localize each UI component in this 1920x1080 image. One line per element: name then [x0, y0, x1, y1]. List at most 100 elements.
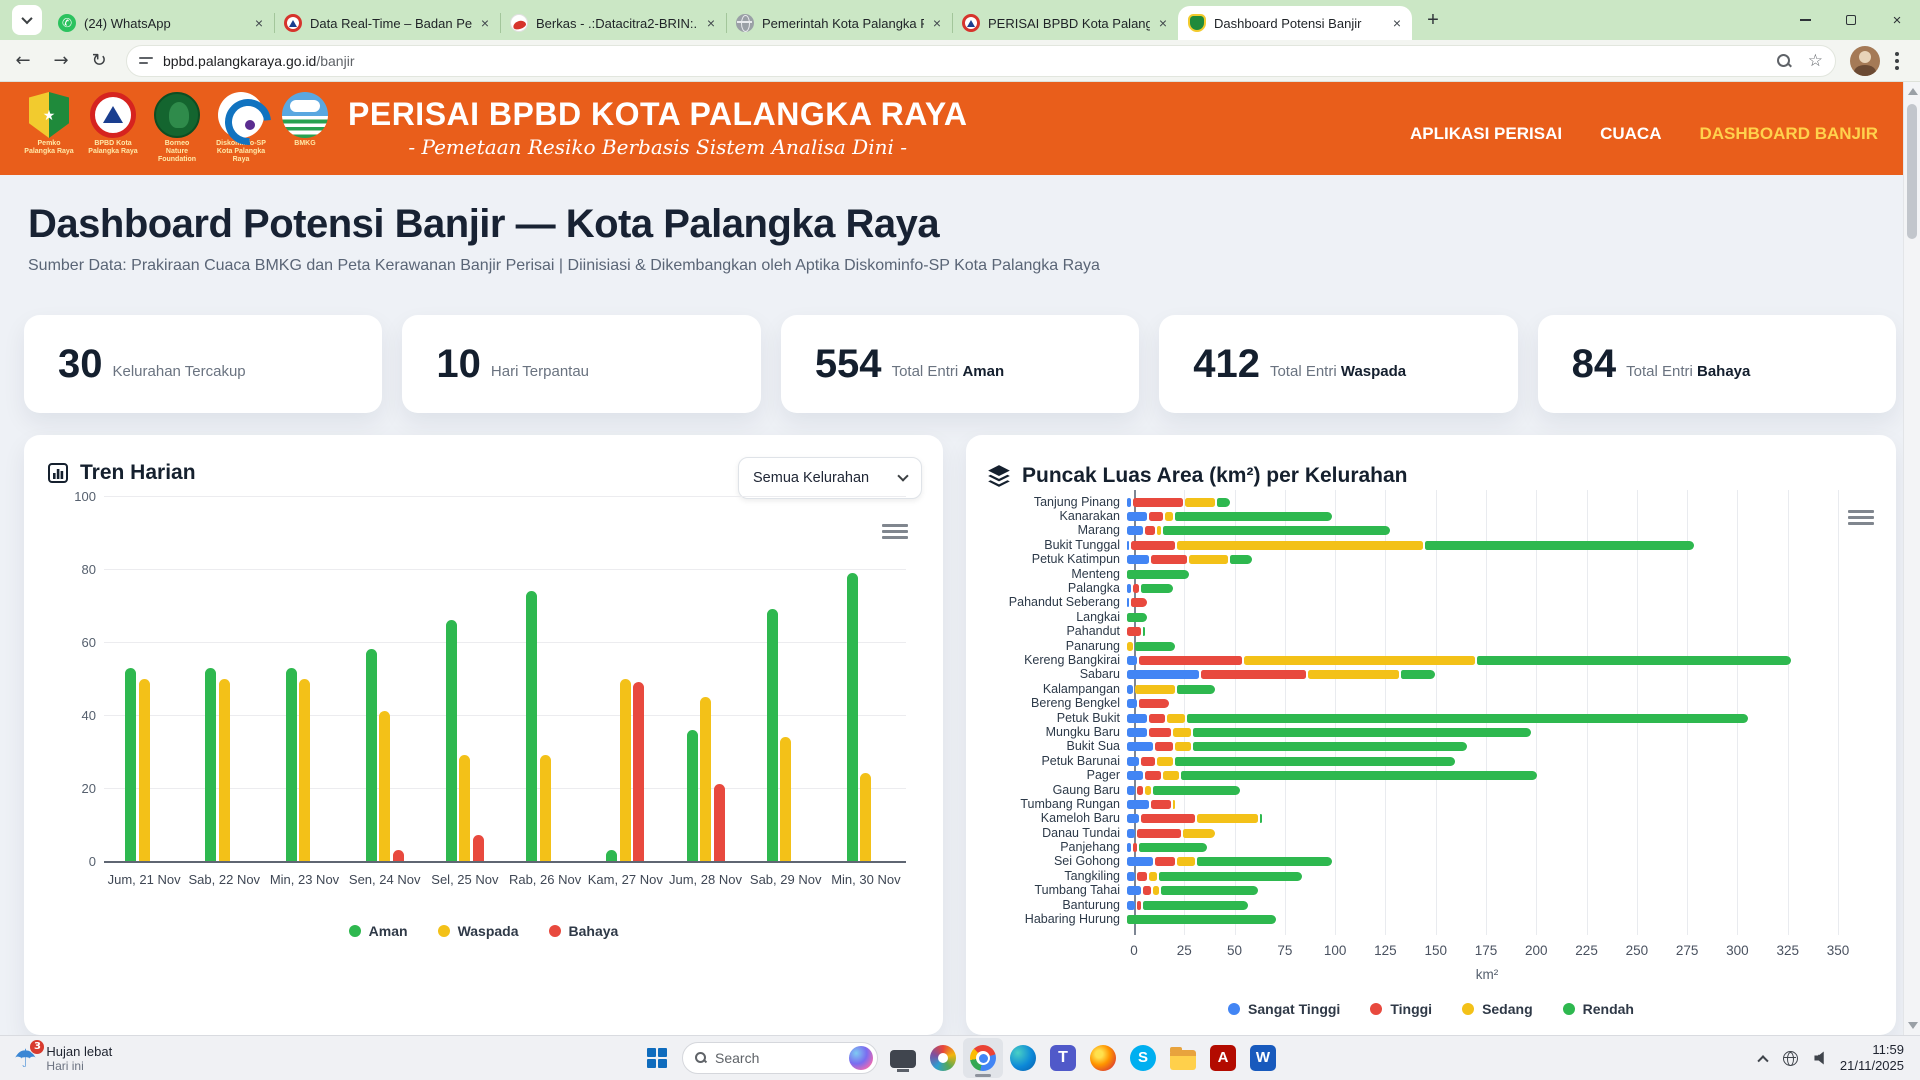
chrome-icon[interactable]: [963, 1038, 1003, 1078]
tab-close-icon[interactable]: ×: [928, 14, 946, 32]
minimize-button[interactable]: [1782, 0, 1828, 40]
legend-item-sedang[interactable]: Sedang: [1462, 1001, 1533, 1017]
back-button[interactable]: ←: [8, 46, 38, 76]
acrobat-icon[interactable]: [1203, 1038, 1243, 1078]
close-button[interactable]: ×: [1874, 0, 1920, 40]
segment-tinggi: [1149, 512, 1163, 521]
photos-icon[interactable]: [923, 1038, 963, 1078]
stat-value: 10: [436, 342, 481, 387]
network-icon[interactable]: [1783, 1051, 1798, 1066]
profile-avatar[interactable]: [1850, 46, 1880, 76]
reload-button[interactable]: ↻: [84, 46, 114, 76]
x-axis-tick-label: 350: [1827, 943, 1850, 958]
browser-menu-icon[interactable]: [1888, 52, 1906, 70]
bar-waspada: [459, 755, 470, 861]
taskbar-clock[interactable]: 11:59 21/11/2025: [1840, 1042, 1904, 1074]
desktop-icon[interactable]: [883, 1038, 923, 1078]
kelurahan-dropdown[interactable]: Semua Kelurahan: [738, 457, 922, 499]
taskbar-weather-widget[interactable]: ☂3 Hujan lebat Hari ini: [0, 1044, 250, 1073]
word-icon[interactable]: [1243, 1038, 1283, 1078]
kelurahan-bar: [1127, 584, 1896, 593]
page-scrollbar[interactable]: [1903, 82, 1920, 1035]
kelurahan-label: Bereng Bengkel: [966, 697, 1127, 710]
browser-tab[interactable]: Data Real-Time – Badan Penang×: [274, 6, 500, 40]
kelurahan-bar: [1127, 901, 1896, 910]
stat-label: Kelurahan Tercakup: [113, 363, 246, 380]
explorer-icon[interactable]: [1163, 1038, 1203, 1078]
site-settings-icon[interactable]: [139, 54, 153, 67]
bookmark-star-icon[interactable]: ☆: [1808, 51, 1823, 71]
tab-close-icon[interactable]: ×: [1388, 14, 1406, 32]
nav-item[interactable]: APLIKASI PERISAI: [1410, 124, 1562, 144]
taskbar-search[interactable]: Search: [682, 1042, 878, 1074]
scrollbar-thumb[interactable]: [1907, 104, 1917, 239]
tab-close-icon[interactable]: ×: [1154, 14, 1172, 32]
kelurahan-bar: [1127, 598, 1896, 607]
skype-icon[interactable]: [1123, 1038, 1163, 1078]
stat-label: Total Entri Waspada: [1270, 363, 1406, 380]
chevron-up-icon[interactable]: [1758, 1055, 1769, 1066]
legend-item-tinggi[interactable]: Tinggi: [1370, 1001, 1432, 1017]
weather-line2: Hari ini: [46, 1059, 112, 1073]
luas-area-legend: Sangat Tinggi Tinggi Sedang Rendah: [966, 1001, 1896, 1017]
legend-item-aman[interactable]: Aman: [349, 923, 408, 939]
kelurahan-label: Pager: [966, 769, 1127, 782]
tab-close-icon[interactable]: ×: [476, 14, 494, 32]
kelurahan-bar: [1127, 685, 1896, 694]
segment-sangat-tinggi: [1127, 757, 1139, 766]
kelurahan-row: Pager: [966, 768, 1896, 782]
skype-glyph: [1130, 1045, 1156, 1071]
forward-button[interactable]: →: [46, 46, 76, 76]
bar-bahaya: [714, 784, 725, 861]
volume-muted-icon[interactable]: ×: [1814, 1051, 1823, 1065]
edge-icon[interactable]: [1003, 1038, 1043, 1078]
segment-rendah: [1193, 742, 1467, 751]
browser-tab[interactable]: Dashboard Potensi Banjir×: [1178, 6, 1412, 40]
bar-aman: [606, 850, 617, 861]
segment-sedang: [1173, 800, 1175, 809]
kelurahan-row: Tangkiling: [966, 869, 1896, 883]
start-button[interactable]: [637, 1038, 677, 1078]
legend-item-sangat-tinggi[interactable]: Sangat Tinggi: [1228, 1001, 1340, 1017]
tab-close-icon[interactable]: ×: [250, 14, 268, 32]
bar-aman: [767, 609, 778, 861]
legend-dot: [1228, 1003, 1240, 1015]
kelurahan-label: Panarung: [966, 640, 1127, 653]
bar-aman: [446, 620, 457, 861]
search-highlight-icon[interactable]: [849, 1046, 873, 1070]
browser-tab[interactable]: Berkas - .:Datacitra2-BRIN:.×: [500, 6, 726, 40]
browser-tab[interactable]: Pemerintah Kota Palangka Raya×: [726, 6, 952, 40]
kelurahan-row: Langkai: [966, 610, 1896, 624]
kelurahan-row: Panjehang: [966, 840, 1896, 854]
segment-tinggi: [1201, 670, 1306, 679]
teams-icon[interactable]: [1043, 1038, 1083, 1078]
legend-item-waspada[interactable]: Waspada: [438, 923, 519, 939]
tab-close-icon[interactable]: ×: [702, 14, 720, 32]
kelurahan-label: Bukit Tunggal: [966, 539, 1127, 552]
explorer-glyph: [1170, 1050, 1196, 1070]
browser-tab[interactable]: PERISAI BPBD Kota Palangka Ra ×: [952, 6, 1178, 40]
nav-item[interactable]: CUACA: [1600, 124, 1661, 144]
maximize-button[interactable]: [1828, 0, 1874, 40]
x-axis-tick-label: Sab, 29 Nov: [743, 872, 829, 887]
kelurahan-bar: [1127, 915, 1896, 924]
tab-title: PERISAI BPBD Kota Palangka Ra: [988, 16, 1150, 31]
browser-tab[interactable]: (24) WhatsApp×: [48, 6, 274, 40]
url-text[interactable]: bpbd.palangkaraya.go.id/banjir: [163, 53, 1776, 69]
scrollbar-down-arrow-icon[interactable]: [1908, 1022, 1918, 1029]
nav-item[interactable]: DASHBOARD BANJIR: [1699, 124, 1878, 144]
new-tab-button[interactable]: +: [1418, 5, 1448, 35]
segment-rendah: [1230, 555, 1252, 564]
firefox-icon[interactable]: [1083, 1038, 1123, 1078]
legend-item-bahaya[interactable]: Bahaya: [549, 923, 619, 939]
x-axis-tick-label: 275: [1676, 943, 1699, 958]
zoom-search-icon[interactable]: [1776, 53, 1792, 69]
address-bar[interactable]: bpbd.palangkaraya.go.id/banjir ☆: [126, 45, 1836, 77]
legend-item-rendah[interactable]: Rendah: [1563, 1001, 1634, 1017]
segment-sangat-tinggi: [1127, 786, 1135, 795]
bnf-logo-icon: [154, 92, 200, 138]
scrollbar-up-arrow-icon[interactable]: [1908, 88, 1918, 95]
kelurahan-label: Habaring Hurung: [966, 913, 1127, 926]
tab-search-button[interactable]: [12, 5, 42, 35]
segment-tinggi: [1155, 857, 1175, 866]
